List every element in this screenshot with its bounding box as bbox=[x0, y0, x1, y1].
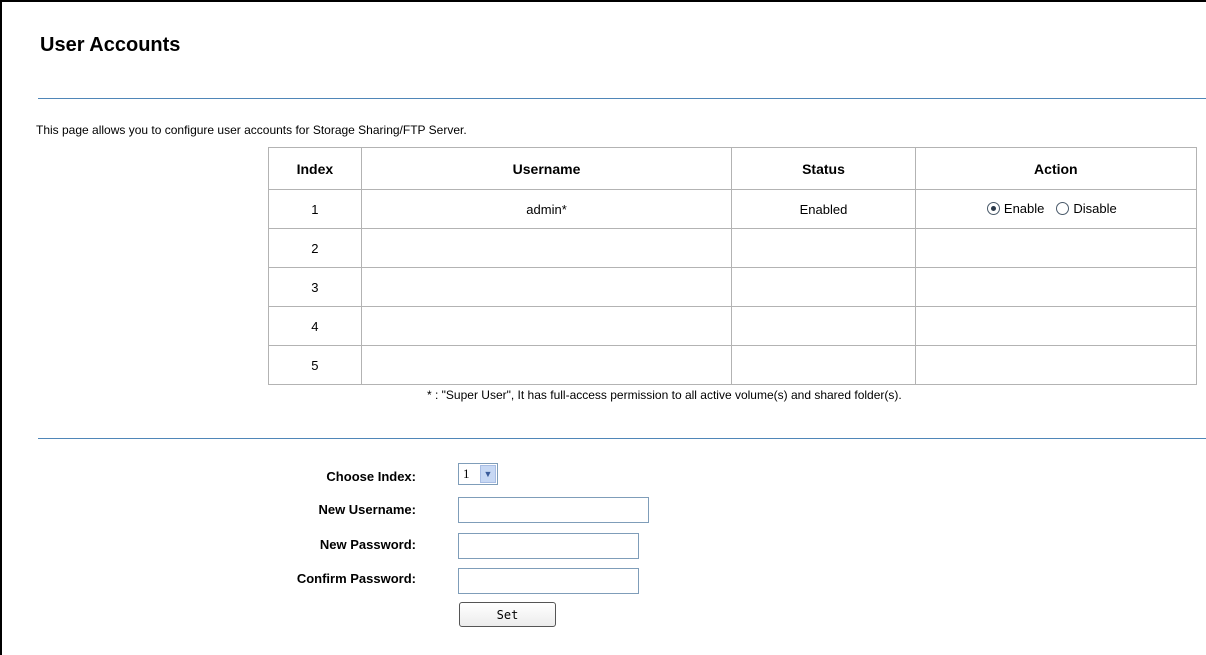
row-status bbox=[731, 345, 916, 385]
super-user-note: * : "Super User", It has full-access per… bbox=[427, 388, 902, 402]
row-index: 4 bbox=[268, 306, 362, 346]
row-action bbox=[914, 267, 1198, 307]
divider-top bbox=[38, 98, 1206, 99]
row-username bbox=[360, 228, 733, 268]
action-radio-group: Enable Disable bbox=[986, 201, 1125, 216]
row-username bbox=[360, 267, 733, 307]
choose-index-label: Choose Index: bbox=[326, 469, 416, 484]
row-action bbox=[914, 306, 1198, 346]
enable-radio[interactable] bbox=[986, 201, 1000, 215]
divider-bottom bbox=[38, 438, 1206, 439]
row-username bbox=[360, 345, 733, 385]
disable-radio-label[interactable]: Disable bbox=[1073, 201, 1116, 216]
row-index: 5 bbox=[268, 345, 362, 385]
table-row: 3 bbox=[268, 267, 1198, 307]
table-row: 2 bbox=[268, 228, 1198, 268]
new-password-input[interactable] bbox=[458, 533, 639, 559]
row-action: Enable Disable bbox=[914, 189, 1198, 229]
chevron-down-icon[interactable]: ▼ bbox=[480, 465, 496, 483]
row-index: 3 bbox=[268, 267, 362, 307]
row-status bbox=[731, 228, 916, 268]
header-index: Index bbox=[268, 147, 362, 190]
table-row: 4 bbox=[268, 306, 1198, 346]
set-button[interactable]: Set bbox=[459, 602, 556, 627]
table-row: 1 admin* Enabled Enable Disable bbox=[268, 189, 1198, 229]
table-header-row: Index Username Status Action bbox=[268, 147, 1198, 190]
page-title: User Accounts bbox=[40, 34, 181, 56]
row-status: Enabled bbox=[731, 189, 916, 229]
new-username-label: New Username: bbox=[318, 502, 416, 517]
header-status: Status bbox=[731, 147, 916, 190]
choose-index-select[interactable]: 1 ▼ bbox=[458, 463, 498, 485]
enable-radio-label[interactable]: Enable bbox=[1004, 201, 1044, 216]
row-action bbox=[914, 228, 1198, 268]
choose-index-value: 1 bbox=[463, 466, 470, 481]
page-description: This page allows you to configure user a… bbox=[36, 123, 467, 137]
user-accounts-table: Index Username Status Action 1 admin* En… bbox=[268, 147, 1198, 385]
new-password-label: New Password: bbox=[319, 537, 416, 552]
row-username bbox=[360, 306, 733, 346]
new-username-input[interactable] bbox=[458, 497, 649, 523]
row-action bbox=[914, 345, 1198, 385]
table-row: 5 bbox=[268, 345, 1198, 385]
header-action: Action bbox=[914, 147, 1198, 190]
row-index: 1 bbox=[268, 189, 362, 229]
confirm-password-label: Confirm Password: bbox=[296, 571, 416, 586]
row-username: admin* bbox=[360, 189, 733, 229]
header-username: Username bbox=[360, 147, 733, 190]
row-status bbox=[731, 267, 916, 307]
disable-radio[interactable] bbox=[1056, 201, 1070, 215]
confirm-password-input[interactable] bbox=[458, 568, 639, 594]
row-index: 2 bbox=[268, 228, 362, 268]
row-status bbox=[731, 306, 916, 346]
